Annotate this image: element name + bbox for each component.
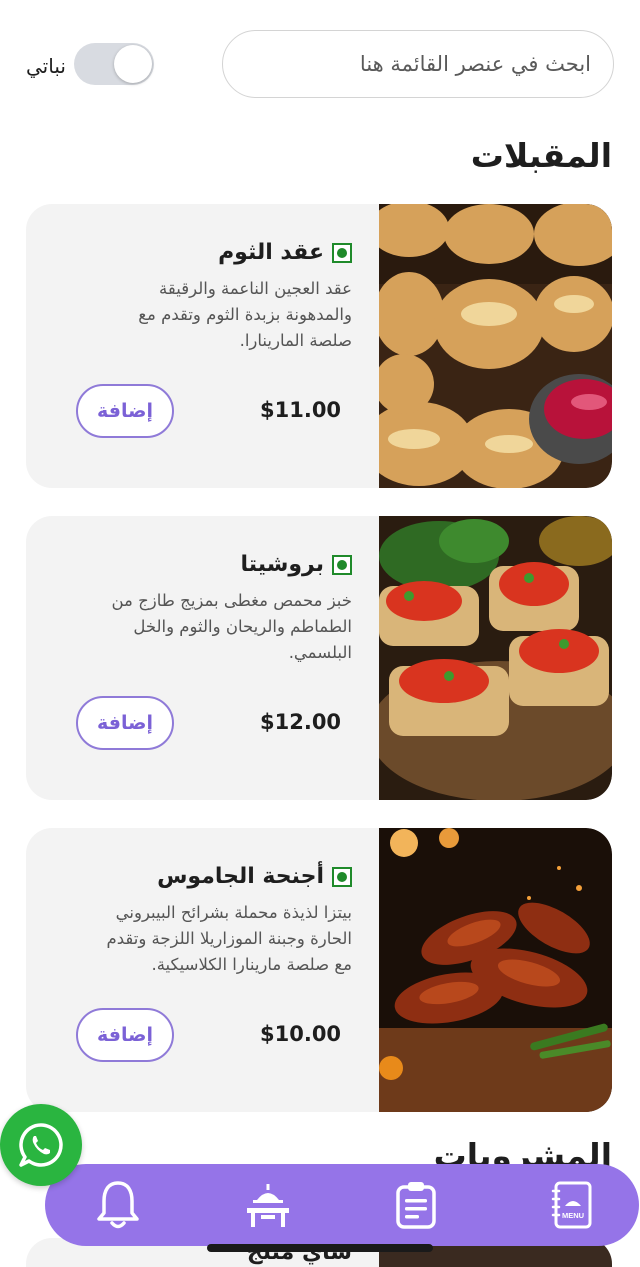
whatsapp-icon [19,1123,63,1167]
menu-item-description: بيتزا لذيذة محملة بشرائح البيبروني الحار… [106,903,353,974]
nav-notifications[interactable] [91,1178,145,1232]
garlic-knots-image [379,204,612,488]
table-service-icon [247,1184,289,1227]
add-to-cart-button[interactable]: إضافة [76,384,174,438]
menu-item-name-row: أجنحة الجاموس [157,864,352,889]
bell-icon [97,1181,139,1229]
menu-item-card[interactable]: عقد الثوم عقد العجين الناعمة والرقيقة وا… [26,204,612,488]
menu-item-name: عقد الثوم [218,240,324,265]
menu-badge-text: MENU [562,1211,584,1220]
order-clipboard-icon [396,1182,436,1229]
buffalo-wings-image [379,828,612,1112]
menu-item-card[interactable]: بروشيتا خبز محمص مغطى بمزيج طازج من الطم… [26,516,612,800]
veg-indicator-icon [332,242,352,263]
menu-item-photo [379,828,612,1112]
nav-orders[interactable] [389,1178,443,1232]
menu-item-card[interactable]: أجنحة الجاموس بيتزا لذيذة محملة بشرائح ا… [26,828,612,1112]
menu-item-description: عقد العجين الناعمة والرقيقة والمدهونة بز… [138,279,352,350]
bruschetta-image [379,516,612,800]
bottom-nav: MENU [45,1164,639,1246]
menu-item-price: $11.00 [260,398,342,422]
veg-toggle-label: نباتي [26,54,66,78]
menu-item-price: $12.00 [260,710,342,734]
menu-item-price: $10.00 [260,1022,342,1046]
menu-item-photo [379,204,612,488]
section-title-appetizers: المقبلات [470,136,612,175]
menu-item-name-row: بروشيتا [241,552,352,577]
top-bar: نباتي [24,30,614,98]
add-to-cart-button[interactable]: إضافة [76,696,174,750]
menu-item-name: بروشيتا [240,552,324,577]
search-box[interactable] [222,30,614,98]
veg-indicator-icon [332,554,352,575]
menu-item-name-row: عقد الثوم [218,240,352,265]
toggle-knob[interactable] [114,45,152,83]
nav-table-service[interactable] [241,1178,295,1232]
menu-item-name: أجنحة الجاموس [157,864,324,889]
whatsapp-button[interactable] [0,1104,82,1186]
veg-toggle[interactable] [74,43,154,85]
veg-indicator-icon [332,866,352,887]
nav-menu[interactable]: MENU [545,1178,599,1232]
search-input[interactable] [223,31,613,97]
menu-item-description: خبز محمص مغطى بمزيج طازج من الطماطم والر… [111,591,353,662]
home-indicator [207,1244,433,1252]
menu-book-icon: MENU [551,1181,592,1229]
menu-item-photo [379,516,612,800]
add-to-cart-button[interactable]: إضافة [76,1008,174,1062]
